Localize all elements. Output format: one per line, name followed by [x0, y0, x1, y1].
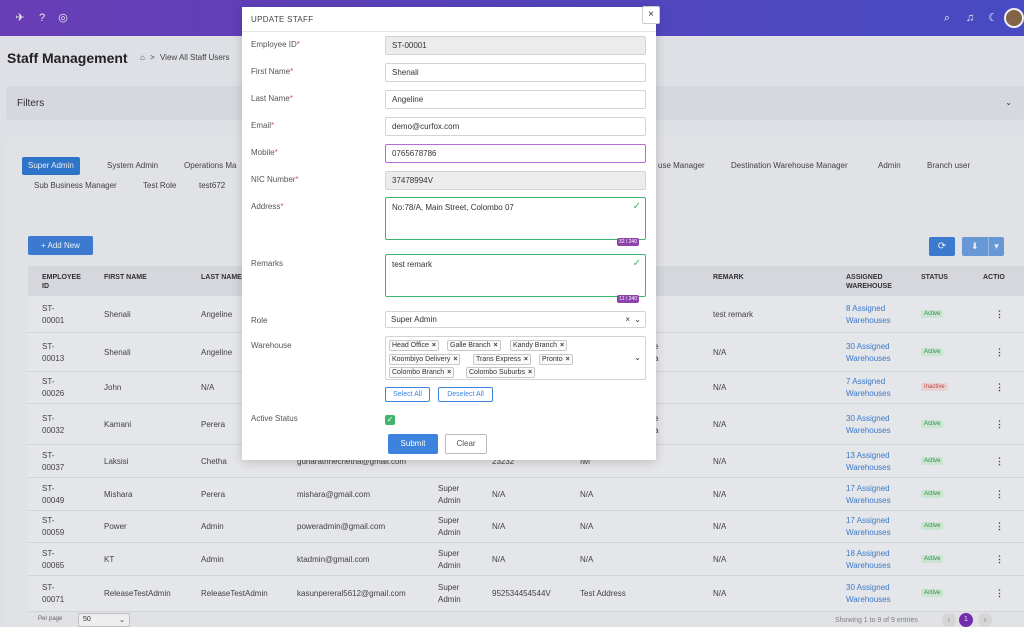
mobile-field[interactable]: 0765678786 — [385, 144, 646, 163]
submit-button[interactable]: Submit — [388, 434, 438, 454]
address-value: No:78/A, Main Street, Colombo 07 — [392, 203, 514, 212]
warehouse-chip[interactable]: Kandy Branch × — [510, 340, 568, 351]
close-icon[interactable]: × — [642, 6, 660, 24]
modal-header: UPDATE STAFF — [242, 7, 656, 32]
remarks-label: Remarks — [251, 259, 284, 268]
deselect-all-button[interactable]: Deselect All — [438, 387, 493, 402]
remove-chip-icon: × — [493, 342, 498, 349]
active-status-label: Active Status — [251, 414, 298, 423]
remarks-counter: 11 / 240 — [617, 295, 639, 303]
warehouse-chip[interactable]: Head Office × — [389, 340, 439, 351]
remove-chip-icon: × — [565, 356, 570, 363]
warehouse-chip[interactable]: Galle Branch × — [447, 340, 501, 351]
nic-label: NIC Number* — [251, 175, 299, 184]
warehouse-chip[interactable]: Trans Express × — [473, 354, 531, 365]
remove-chip-icon: × — [559, 342, 565, 349]
remarks-textarea[interactable]: test remark ✓ 11 / 240 — [385, 254, 646, 303]
remove-chip-icon: × — [447, 369, 452, 376]
remarks-value: test remark — [392, 260, 433, 269]
clear-button[interactable]: Clear — [445, 434, 487, 454]
address-textarea[interactable]: No:78/A, Main Street, Colombo 07 ✓ 32 / … — [385, 197, 646, 246]
nic-field: 37478994V — [385, 171, 646, 190]
address-label: Address* — [251, 202, 284, 211]
check-icon: ✓ — [632, 201, 641, 212]
role-value: Super Admin — [391, 315, 437, 324]
warehouse-chip[interactable]: Colombo Suburbs × — [466, 367, 536, 378]
update-staff-modal: UPDATE STAFF Employee ID* ST-00001 First… — [242, 7, 656, 460]
email-label: Email* — [251, 121, 275, 130]
remove-chip-icon: × — [523, 356, 528, 363]
select-all-button[interactable]: Select All — [385, 387, 430, 402]
last-name-label: Last Name* — [251, 94, 293, 103]
check-icon: ✓ — [632, 258, 641, 269]
remove-chip-icon: × — [453, 356, 458, 363]
warehouse-chip[interactable]: Pronto × — [539, 354, 573, 365]
warehouse-chip[interactable]: Colombo Branch × — [389, 367, 455, 378]
mobile-label: Mobile* — [251, 148, 278, 157]
chevron-down-icon[interactable]: ⌄ — [634, 312, 641, 327]
employee-id-label: Employee ID* — [251, 40, 300, 49]
remove-chip-icon: × — [431, 342, 436, 349]
remove-chip-icon: × — [528, 369, 533, 376]
chevron-down-icon[interactable]: ⌄ — [634, 353, 641, 362]
employee-id-field: ST-00001 — [385, 36, 646, 55]
warehouse-multiselect[interactable]: Head Office × Galle Branch × Kandy Branch ×… — [385, 336, 646, 380]
email-field[interactable]: demo@curfox.com — [385, 117, 646, 136]
clear-icon[interactable]: × — [625, 312, 630, 327]
role-label: Role — [251, 316, 268, 325]
warehouse-label: Warehouse — [251, 341, 292, 350]
first-name-label: First Name* — [251, 67, 294, 76]
first-name-field[interactable]: Shenali — [385, 63, 646, 82]
modal-title: UPDATE STAFF — [251, 15, 314, 24]
active-status-checkbox[interactable]: ✓ — [385, 415, 395, 425]
last-name-field[interactable]: Angeline — [385, 90, 646, 109]
role-select[interactable]: Super Admin × ⌄ — [385, 311, 646, 328]
address-counter: 32 / 240 — [616, 238, 639, 246]
warehouse-chip[interactable]: Koombiyo Delivery × — [389, 354, 461, 365]
